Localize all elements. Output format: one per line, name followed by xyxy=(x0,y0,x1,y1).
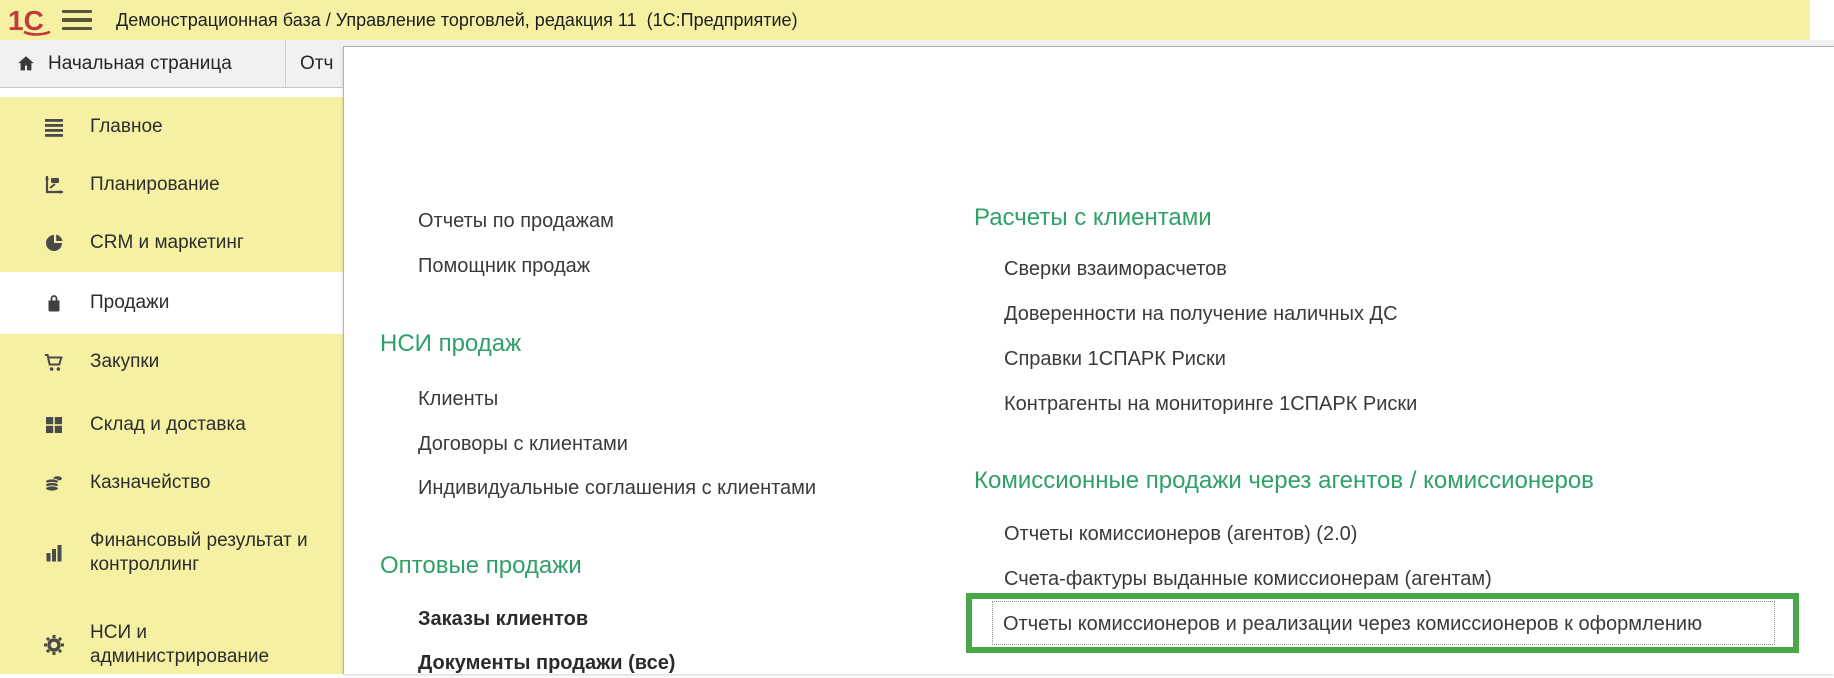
sidebar-item-label: Финансовый результат и контроллинг xyxy=(90,529,308,577)
hamburger-menu-icon[interactable] xyxy=(62,10,92,30)
tab-reports-partial[interactable]: Отч xyxy=(287,40,343,88)
sidebar-item-warehouse[interactable]: Склад и доставка xyxy=(0,396,343,454)
green-highlight-box: Отчеты комиссионеров и реализации через … xyxy=(966,593,1799,653)
sidebar-item-crm[interactable]: CRM и маркетинг xyxy=(0,214,343,272)
sidebar-item-label: Главное xyxy=(90,115,163,139)
coins-icon xyxy=(41,471,67,495)
sales-section-menu-panel: Отчеты по продажам Помощник продаж НСИ п… xyxy=(343,46,1834,674)
gear-icon xyxy=(41,633,67,657)
sidebar-item-main[interactable]: Главное xyxy=(0,98,343,156)
menu-item-commission-reports-registration[interactable]: Отчеты комиссионеров и реализации через … xyxy=(992,601,1775,645)
top-bar: 1С Демонстрационная база / Управление то… xyxy=(0,0,1810,40)
menu-item-sales-documents-all[interactable]: Документы продажи (все) xyxy=(418,651,675,675)
sidebar-item-admin[interactable]: НСИ и администрирование xyxy=(0,612,343,678)
section-header-client-settlements: Расчеты с клиентами xyxy=(974,203,1212,233)
menu-item-sales-reports[interactable]: Отчеты по продажам xyxy=(418,209,614,233)
tab-home-page[interactable]: Начальная страница xyxy=(0,40,286,88)
planning-icon xyxy=(41,173,67,197)
tab-home-label: Начальная страница xyxy=(48,53,232,75)
sidebar-item-purchases[interactable]: Закупки xyxy=(0,333,343,391)
menu-item-clients[interactable]: Клиенты xyxy=(418,387,498,411)
menu-item-reconciliations[interactable]: Сверки взаиморасчетов xyxy=(1004,257,1227,281)
1c-logo-icon[interactable]: 1С xyxy=(8,4,52,36)
sidebar-item-planning[interactable]: Планирование xyxy=(0,156,343,214)
sidebar-item-label: CRM и маркетинг xyxy=(90,231,244,255)
sidebar-item-label: НСИ и администрирование xyxy=(90,621,269,669)
sidebar-item-sales[interactable]: Продажи xyxy=(0,272,343,334)
tab-reports-label: Отч xyxy=(300,53,333,75)
menu-item-client-orders[interactable]: Заказы клиентов xyxy=(418,607,588,631)
menu-item-sales-assistant[interactable]: Помощник продаж xyxy=(418,254,590,278)
menu-item-1spark-certificates[interactable]: Справки 1СПАРК Риски xyxy=(1004,347,1226,371)
menu-item-client-contracts[interactable]: Договоры с клиентами xyxy=(418,432,628,456)
window-title: Демонстрационная база / Управление торго… xyxy=(116,0,798,40)
menu-item-invoices-to-commissioners[interactable]: Счета-фактуры выданные комиссионерам (аг… xyxy=(1004,567,1492,591)
section-header-nsi-sales: НСИ продаж xyxy=(380,329,521,359)
section-header-wholesale: Оптовые продажи xyxy=(380,551,582,581)
sidebar-item-label: Казначейство xyxy=(90,471,211,495)
grid-icon xyxy=(41,413,67,437)
cart-icon xyxy=(41,350,67,374)
sidebar-item-label: Планирование xyxy=(90,173,220,197)
pie-chart-icon xyxy=(41,231,67,255)
sidebar-item-treasury[interactable]: Казначейство xyxy=(0,454,343,512)
sidebar-item-finance[interactable]: Финансовый результат и контроллинг xyxy=(0,520,343,586)
bar-chart-icon xyxy=(41,541,67,565)
menu-item-individual-agreements[interactable]: Индивидуальные соглашения с клиентами xyxy=(418,476,816,500)
menu-item-commission-agent-reports-20[interactable]: Отчеты комиссионеров (агентов) (2.0) xyxy=(1004,522,1357,546)
menu-item-1spark-monitoring[interactable]: Контрагенты на мониторинге 1СПАРК Риски xyxy=(1004,392,1417,416)
shopping-bag-icon xyxy=(41,291,67,315)
sidebar-item-label: Закупки xyxy=(90,350,159,374)
home-icon xyxy=(15,53,37,75)
sidebar-item-label: Продажи xyxy=(90,291,169,315)
menu-item-cash-powers-of-attorney[interactable]: Доверенности на получение наличных ДС xyxy=(1004,302,1398,326)
menu-icon xyxy=(41,115,67,139)
sidebar-item-label: Склад и доставка xyxy=(90,413,246,437)
section-header-commission-sales: Комиссионные продажи через агентов / ком… xyxy=(974,466,1594,496)
